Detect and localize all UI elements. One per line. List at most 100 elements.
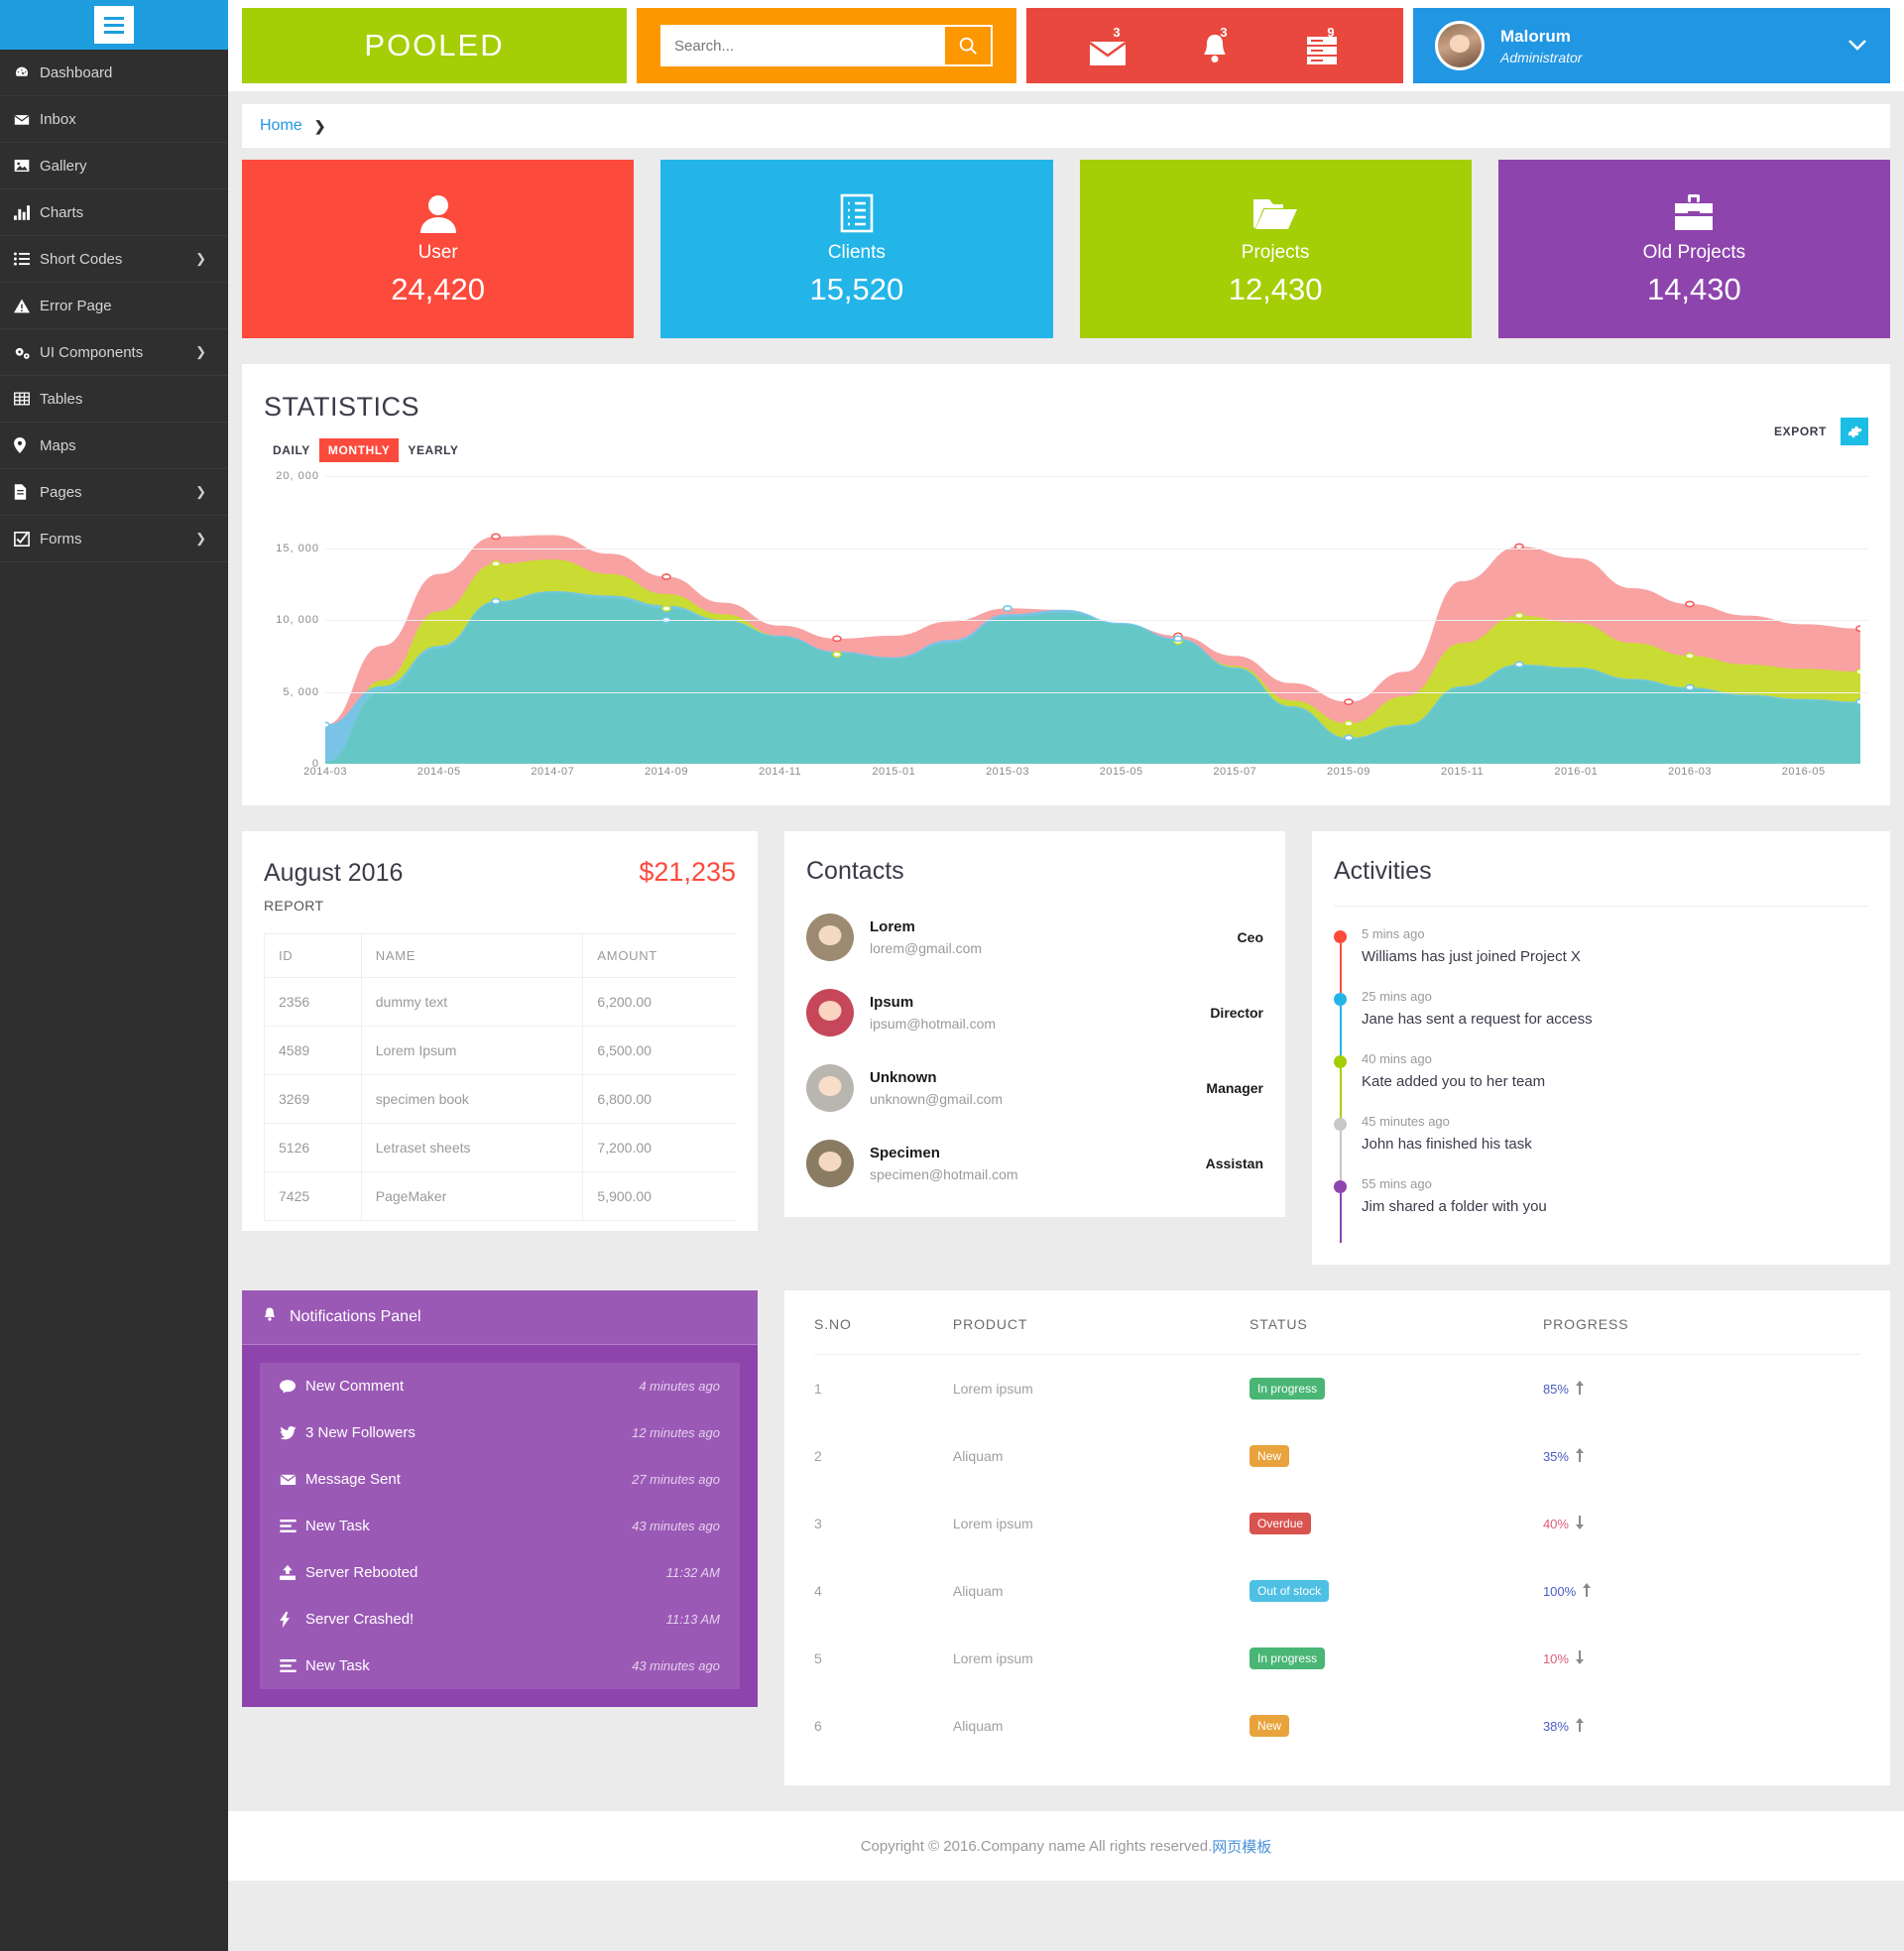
notification-row[interactable]: New Task 43 minutes ago: [260, 1643, 740, 1689]
clipboard-list-icon: [840, 190, 874, 236]
notification-row[interactable]: Server Crashed! 11:13 AM: [260, 1596, 740, 1643]
notification-label: New Comment: [305, 1378, 405, 1395]
sidebar-item-maps[interactable]: Maps: [0, 423, 228, 469]
notification-row[interactable]: 3 New Followers 12 minutes ago: [260, 1409, 740, 1456]
sidebar-item-gallery[interactable]: Gallery: [0, 143, 228, 189]
table-row[interactable]: 1 Lorem ipsum In progress 85%: [814, 1355, 1860, 1423]
table-row[interactable]: 4 Aliquam Out of stock 100%: [814, 1557, 1860, 1625]
notification-row[interactable]: New Comment 4 minutes ago: [260, 1363, 740, 1409]
notification-row[interactable]: Server Rebooted 11:32 AM: [260, 1549, 740, 1596]
statistics-panel: STATISTICS DAILY MONTHLY YEARLY EXPORT 0 5,…: [242, 364, 1890, 805]
user-menu[interactable]: Malorum Administrator: [1413, 8, 1890, 83]
chart-y-tick: 20, 000: [276, 470, 319, 482]
stat-card-projects[interactable]: Projects 12,430: [1079, 160, 1472, 338]
chart-y-tick: 10, 000: [276, 614, 319, 626]
range-daily[interactable]: DAILY: [264, 438, 319, 462]
status-badge: New: [1250, 1715, 1290, 1737]
notification-label: Server Rebooted: [305, 1564, 418, 1581]
bell-icon[interactable]: 3: [1192, 24, 1238, 67]
table-row[interactable]: 5126 Letraset sheets 7,200.00: [264, 1123, 736, 1172]
sidebar-item-short-codes[interactable]: Short Codes ❯: [0, 236, 228, 283]
table-cell: Lorem Ipsum: [361, 1026, 584, 1075]
avatar: [806, 989, 854, 1036]
breadcrumb-home[interactable]: Home: [260, 117, 302, 135]
chevron-down-icon[interactable]: [1846, 35, 1868, 58]
stat-card-old-projects[interactable]: Old Projects 14,430: [1497, 160, 1890, 338]
table-row[interactable]: 2 Aliquam New 35%: [814, 1422, 1860, 1490]
table-row[interactable]: 6 Aliquam New 38%: [814, 1692, 1860, 1760]
sidebar-item-forms[interactable]: Forms ❯: [0, 516, 228, 562]
list-item[interactable]: Ipsum ipsum@hotmail.com Director: [806, 989, 1263, 1036]
notification-time: 12 minutes ago: [632, 1425, 720, 1440]
hamburger-icon[interactable]: [94, 6, 134, 44]
avatar: [806, 1140, 854, 1187]
list-item[interactable]: Lorem lorem@gmail.com Ceo: [806, 914, 1263, 961]
mail-icon[interactable]: 3: [1085, 24, 1130, 67]
table-cell: 5126: [264, 1123, 362, 1172]
contacts-title: Contacts: [806, 857, 904, 885]
table-row[interactable]: 3 Lorem ipsum Overdue 40%: [814, 1490, 1860, 1557]
sidebar-item-charts[interactable]: Charts: [0, 189, 228, 236]
footer-link[interactable]: 网页模板: [1212, 1836, 1271, 1857]
stat-card-clients[interactable]: Clients 15,520: [660, 160, 1053, 338]
app-logo[interactable]: POOLED: [242, 8, 627, 83]
main-area: POOLED 3 3 9: [228, 0, 1904, 1951]
breadcrumb: Home ❯: [242, 104, 1890, 148]
notification-row[interactable]: Message Sent 27 minutes ago: [260, 1456, 740, 1503]
sidebar-brand-bar: [0, 0, 228, 50]
search-input[interactable]: [662, 27, 945, 64]
chart-x-tick: 2015-09: [1327, 766, 1370, 778]
avatar: [806, 1064, 854, 1112]
range-yearly[interactable]: YEARLY: [399, 438, 467, 462]
server-icon[interactable]: 9: [1299, 24, 1345, 67]
tasks-icon: [280, 1659, 305, 1672]
sidebar-item-error-page[interactable]: Error Page: [0, 283, 228, 329]
range-toggle: DAILY MONTHLY YEARLY: [264, 438, 468, 462]
sidebar-item-ui-components[interactable]: UI Components ❯: [0, 329, 228, 376]
timeline-line: [1339, 1006, 1342, 1055]
export-button[interactable]: EXPORT: [1774, 425, 1827, 438]
sidebar-item-pages[interactable]: Pages ❯: [0, 469, 228, 516]
sidebar-item-inbox[interactable]: Inbox: [0, 96, 228, 143]
list-item[interactable]: Unknown unknown@gmail.com Manager: [806, 1064, 1263, 1112]
envelope-icon: [14, 113, 40, 126]
chart-x-axis: 2014-03 2014-05 2014-07 2014-09 2014-11 2015-…: [303, 766, 1860, 786]
sidebar-item-dashboard[interactable]: Dashboard: [0, 50, 228, 96]
alerts-container: 3 3 9: [1026, 8, 1403, 83]
gear-icon[interactable]: [1841, 418, 1868, 445]
sidebar-item-tables[interactable]: Tables: [0, 376, 228, 423]
contact-email: lorem@gmail.com: [870, 940, 983, 956]
status-cell: Overdue: [1250, 1490, 1543, 1557]
table-row[interactable]: 4589 Lorem Ipsum 6,500.00: [264, 1026, 736, 1075]
stat-card-user[interactable]: User 24,420: [242, 160, 635, 338]
table-cell: Letraset sheets: [361, 1123, 584, 1172]
divider: [1334, 906, 1868, 907]
table-cell: 4589: [264, 1026, 362, 1075]
progress-value: 38%: [1542, 1718, 1569, 1734]
notification-row[interactable]: New Task 43 minutes ago: [260, 1503, 740, 1549]
list-item: 55 mins ago Jim shared a folder with you: [1334, 1176, 1868, 1243]
report-amount: $21,235: [639, 857, 736, 887]
report-title: August 2016: [264, 859, 404, 887]
search-icon[interactable]: [945, 27, 991, 64]
product-name: Lorem ipsum: [952, 1650, 1033, 1666]
stat-card-label: Projects: [1241, 242, 1310, 263]
stat-card-label: User: [417, 242, 458, 263]
status-cell: In progress: [1250, 1355, 1543, 1423]
table-row[interactable]: 3269 specimen book 6,800.00: [264, 1074, 736, 1124]
column-header: ID: [264, 933, 362, 978]
chart-x-tick: 2014-03: [303, 766, 347, 778]
table-row[interactable]: 5 Lorem ipsum In progress 10%: [814, 1625, 1860, 1692]
table-row[interactable]: 7425 PageMaker 5,900.00: [264, 1171, 736, 1221]
copyright-text: Copyright © 2016.Company name All rights…: [860, 1837, 1213, 1855]
chart-x-tick: 2016-05: [1781, 766, 1826, 778]
status-badge: New: [1250, 1445, 1290, 1467]
list-item[interactable]: Specimen specimen@hotmail.com Assistan: [806, 1140, 1263, 1187]
table-row[interactable]: 2356 dummy text 6,200.00: [264, 977, 736, 1027]
range-monthly[interactable]: MONTHLY: [318, 438, 400, 462]
notifications-panel: Notifications Panel New Comment 4 minutes…: [242, 1290, 758, 1707]
table-cell: 3269: [264, 1074, 362, 1124]
sidebar-nav: Dashboard Inbox Gallery Charts Short Codes ❯ E…: [0, 50, 228, 562]
contact-name: Unknown: [870, 1069, 937, 1086]
timeline-line: [1339, 1193, 1342, 1243]
